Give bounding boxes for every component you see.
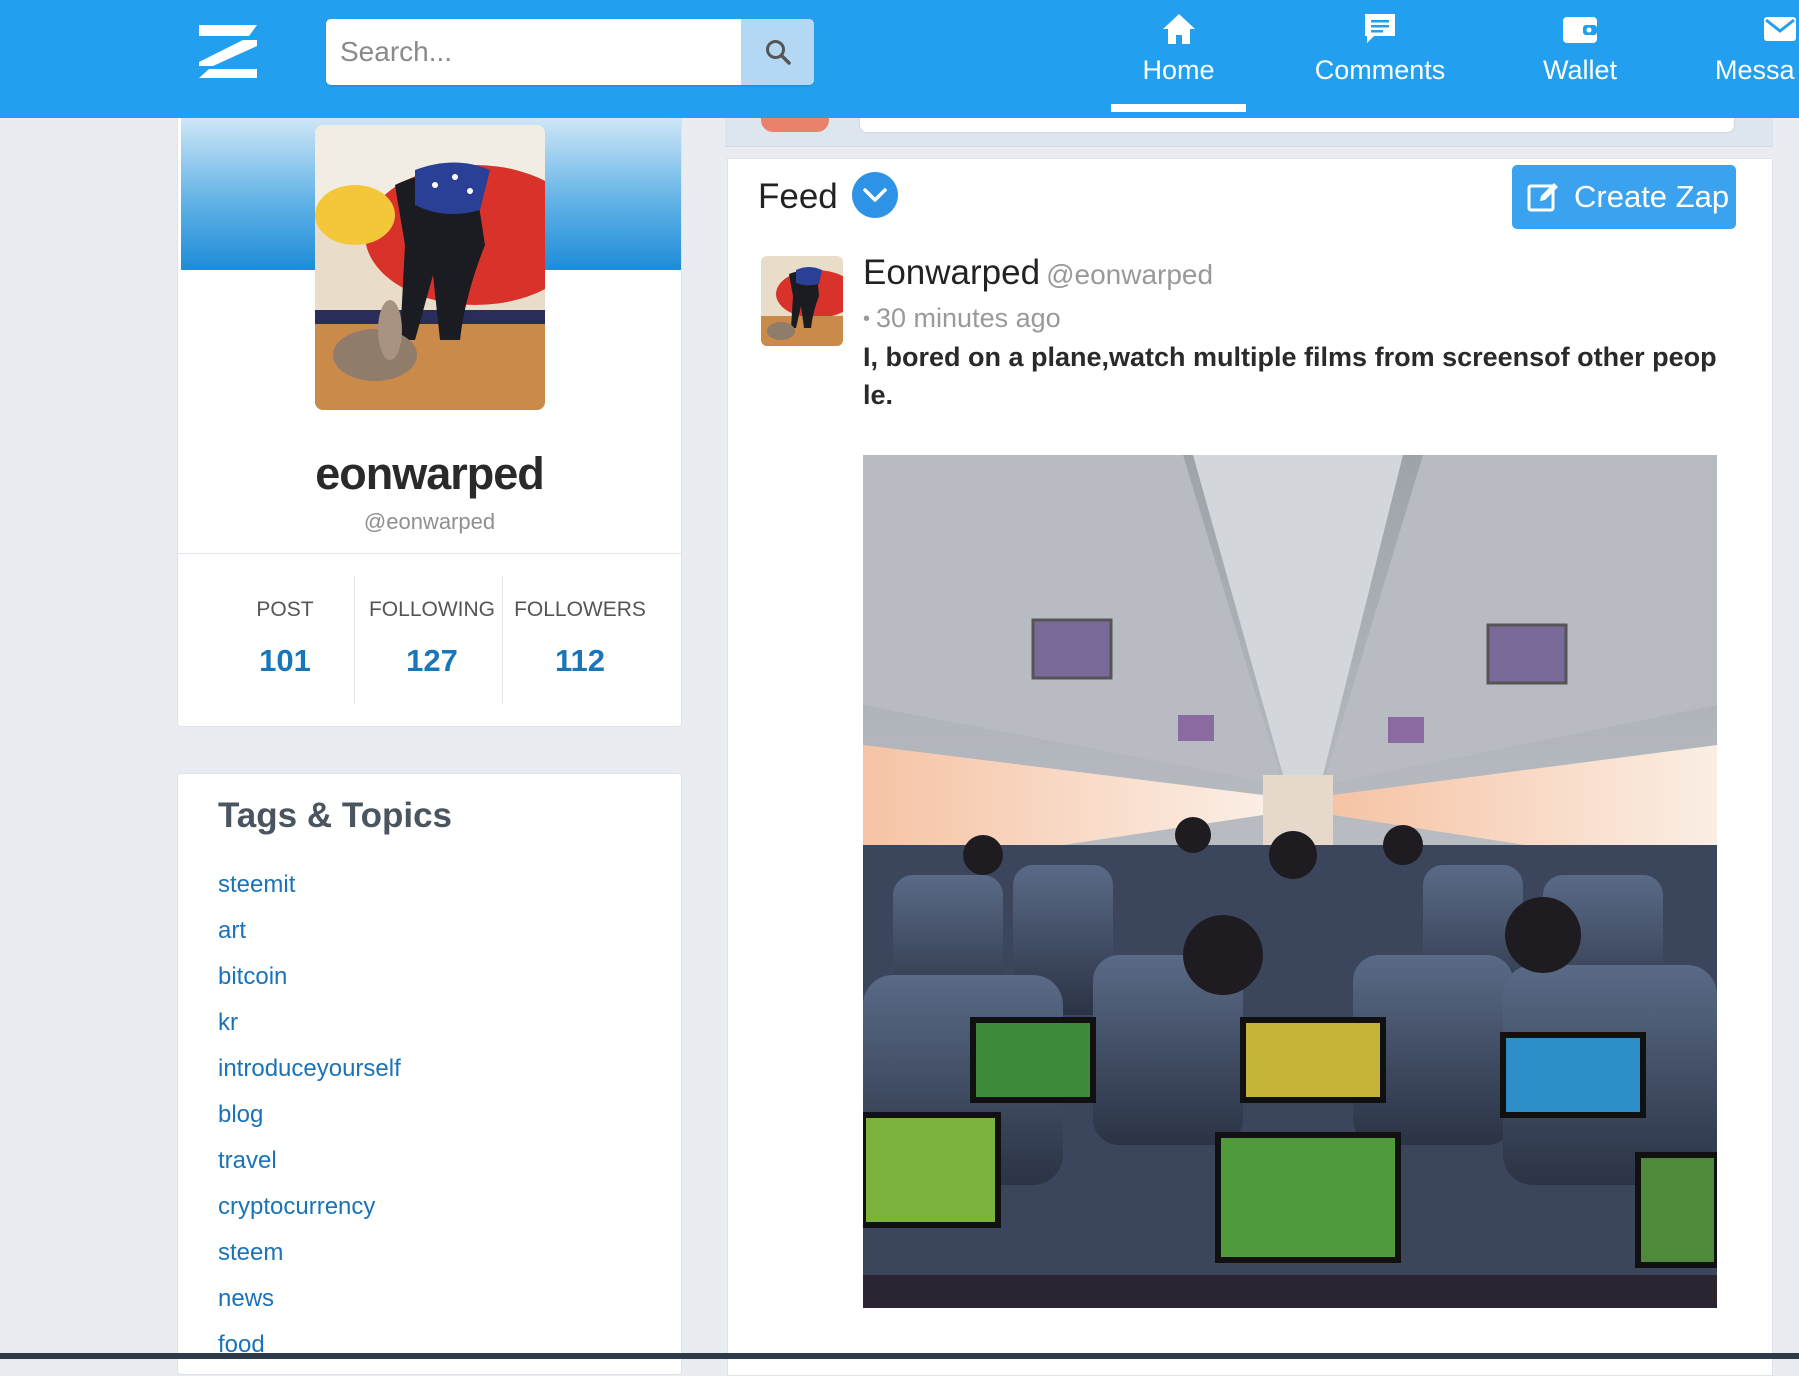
stat-post-value: 101 bbox=[259, 643, 311, 678]
tag-link[interactable]: kr bbox=[218, 1008, 401, 1054]
post-author-handle: @eonwarped bbox=[1046, 259, 1214, 290]
nav-comments[interactable]: Comments bbox=[1300, 0, 1460, 118]
post-image[interactable] bbox=[863, 455, 1717, 1308]
stat-separator bbox=[354, 576, 355, 704]
create-zap-label: Create Zap bbox=[1574, 179, 1730, 214]
composer-strip bbox=[725, 118, 1773, 147]
messages-icon bbox=[1762, 10, 1798, 48]
tag-link[interactable]: bitcoin bbox=[218, 962, 401, 1008]
feed-title: Feed bbox=[758, 177, 838, 216]
chevron-down-icon bbox=[863, 188, 887, 202]
post-timestamp: • 30 minutes ago bbox=[863, 303, 1061, 334]
home-icon bbox=[1161, 10, 1197, 48]
post-author-avatar[interactable] bbox=[761, 256, 843, 346]
stat-followers-value: 112 bbox=[554, 643, 605, 678]
nav-home-label: Home bbox=[1142, 55, 1215, 85]
nav-wallet[interactable]: Wallet bbox=[1525, 0, 1635, 118]
tag-link[interactable]: steem bbox=[218, 1238, 401, 1284]
stat-post[interactable]: POST 101 bbox=[211, 598, 359, 679]
stat-following[interactable]: FOLLOWING 127 bbox=[358, 598, 506, 679]
profile-card: eonwarped @eonwarped POST 101 FOLLOWING … bbox=[177, 118, 682, 727]
search-icon bbox=[765, 40, 791, 65]
tags-card: Tags & Topics steemit art bitcoin kr int… bbox=[177, 773, 682, 1375]
nav-messages[interactable]: Messa bbox=[1714, 0, 1799, 118]
app-logo[interactable] bbox=[195, 22, 261, 80]
stat-followers[interactable]: FOLLOWERS 112 bbox=[506, 598, 654, 679]
composer-avatar bbox=[761, 118, 829, 132]
top-navbar: Home Comments Wallet bbox=[0, 0, 1799, 118]
post-author-name[interactable]: Eonwarped bbox=[863, 253, 1040, 292]
tag-link[interactable]: travel bbox=[218, 1146, 401, 1192]
nav-wallet-label: Wallet bbox=[1542, 55, 1617, 85]
post-body: I, bored on a plane,watch multiple films… bbox=[863, 342, 1717, 410]
nav-comments-label: Comments bbox=[1314, 55, 1446, 85]
profile-avatar[interactable] bbox=[315, 125, 545, 410]
divider bbox=[178, 553, 681, 554]
search-button[interactable] bbox=[741, 19, 814, 85]
tag-link[interactable]: introduceyourself bbox=[218, 1054, 401, 1100]
wallet-icon bbox=[1561, 10, 1599, 48]
search-bar bbox=[326, 19, 814, 85]
nav-active-indicator bbox=[1111, 104, 1246, 112]
tag-link[interactable]: cryptocurrency bbox=[218, 1192, 401, 1238]
bottom-strip bbox=[0, 1353, 1799, 1359]
profile-handle: @eonwarped bbox=[363, 509, 496, 534]
stat-following-label: FOLLOWING bbox=[368, 598, 495, 621]
stat-following-value: 127 bbox=[406, 643, 458, 678]
tags-title: Tags & Topics bbox=[218, 796, 453, 835]
post-author[interactable]: Eonwarped @eonwarped bbox=[863, 253, 1213, 293]
composer-input[interactable] bbox=[859, 118, 1735, 133]
bullet-icon: • bbox=[863, 308, 871, 331]
tag-link[interactable]: news bbox=[218, 1284, 401, 1330]
stat-followers-label: FOLLOWERS bbox=[514, 598, 646, 621]
stat-post-label: POST bbox=[256, 598, 314, 621]
post-time-text: 30 minutes ago bbox=[876, 303, 1061, 333]
feed-filter-toggle[interactable] bbox=[852, 172, 898, 218]
create-zap-button[interactable]: Create Zap bbox=[1512, 165, 1736, 229]
search-input[interactable] bbox=[326, 19, 741, 85]
profile-name[interactable]: eonwarped bbox=[178, 448, 681, 500]
stat-separator bbox=[502, 576, 503, 704]
nav-home[interactable]: Home bbox=[1111, 0, 1246, 118]
edit-icon bbox=[1526, 179, 1562, 215]
tag-link[interactable]: blog bbox=[218, 1100, 401, 1146]
tag-list: steemit art bitcoin kr introduceyourself… bbox=[218, 870, 401, 1376]
tag-link[interactable]: art bbox=[218, 916, 401, 962]
tag-link[interactable]: steemit bbox=[218, 870, 401, 916]
comments-icon bbox=[1362, 10, 1398, 48]
feed-header: Feed Create Zap bbox=[727, 158, 1773, 236]
post-card: Eonwarped @eonwarped • 30 minutes ago I, b… bbox=[727, 235, 1773, 1376]
nav-messages-label: Messa bbox=[1715, 55, 1795, 85]
